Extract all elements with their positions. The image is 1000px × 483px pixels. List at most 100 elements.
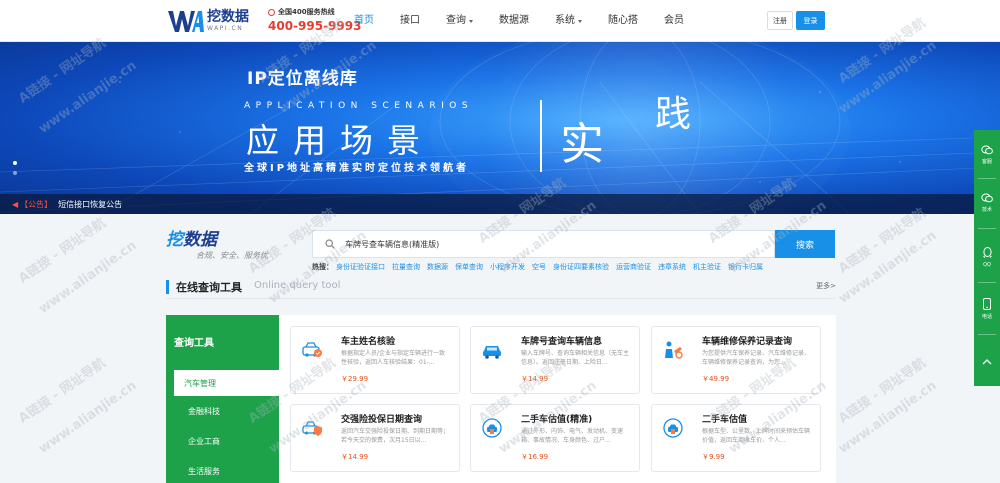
- hot-search-label: 热搜：: [312, 263, 333, 271]
- carousel-dot[interactable]: [13, 171, 17, 175]
- search-button[interactable]: 搜索: [775, 230, 835, 258]
- banner-headline: 应用场景: [246, 121, 434, 160]
- chat-icon: [981, 193, 993, 203]
- search-logo-a: 挖: [166, 230, 183, 250]
- float-label: 客服: [981, 159, 992, 165]
- wa-logo-icon: [168, 8, 204, 34]
- login-button[interactable]: 登录: [796, 11, 825, 30]
- float-label: 电话: [981, 314, 992, 320]
- watermark: A链接 - 网址导航: [836, 355, 929, 427]
- site-logo[interactable]: 挖数据 WAPI.CN: [168, 8, 249, 34]
- search-input[interactable]: [345, 239, 745, 249]
- card-title: 二手车估值(精准): [521, 415, 593, 425]
- chevron-down-icon: [469, 19, 473, 23]
- nav-home[interactable]: 首页: [354, 0, 374, 42]
- card-description: 通过外形、内饰、电气、发动机、变速箱、事故情况、车身颜色、过户...: [521, 428, 624, 444]
- nav-api[interactable]: 接口: [400, 0, 420, 42]
- card-description: 根据指定人员/企业与指定车辆进行一致性核验，返回人车核验结果：01-...: [341, 350, 446, 366]
- hot-search-link[interactable]: 拉量查询: [392, 262, 420, 272]
- globe-decoration: [430, 42, 850, 214]
- nav-datasource[interactable]: 数据源: [499, 0, 529, 42]
- tool-category-life[interactable]: 生活服务: [174, 458, 279, 483]
- tool-card[interactable]: 交强险投保日期查询 返回汽车交强险投保日期、到期日期等；若今天交的保费，次月15…: [290, 404, 460, 472]
- hot-search-link[interactable]: 机主验证: [693, 262, 721, 272]
- nav-member[interactable]: 会员: [664, 0, 684, 42]
- search-box: [312, 230, 775, 258]
- card-price: ￥29.99: [341, 375, 369, 383]
- tool-card[interactable]: 车辆维修保养记录查询 为您提供汽车保养记录、汽车维修记录、车辆维修保养记录查询，…: [651, 326, 821, 394]
- search-icon: [325, 239, 335, 249]
- chevron-down-icon: [578, 19, 582, 23]
- card-description: 返回汽车交强险投保日期、到期日期等；若今天交的保费，次月15日以...: [341, 428, 450, 444]
- chevron-up-icon: [982, 358, 992, 364]
- hot-search-link[interactable]: 空号: [532, 262, 546, 272]
- more-link[interactable]: 更多>: [816, 281, 836, 291]
- card-title: 车辆维修保养记录查询: [702, 337, 793, 347]
- float-label: QQ: [983, 261, 991, 268]
- top-header: 挖数据 WAPI.CN 全国400服务热线 400-995-9993 首页 接口…: [0, 0, 1000, 42]
- float-label: 技术: [981, 207, 992, 213]
- carousel-indicators: [13, 161, 17, 181]
- logo-domain: WAPI.CN: [207, 24, 244, 32]
- float-tech-support[interactable]: 技术: [974, 182, 1000, 224]
- tool-card[interactable]: 二手车估值 根据车型、公里数、上牌时间来预估车辆价值，返回车商收车价、个人...…: [651, 404, 821, 472]
- auth-buttons: 注册 登录: [767, 11, 825, 30]
- repair-icon: [665, 341, 683, 359]
- tool-card[interactable]: 车主姓名核验 根据指定人员/企业与指定车辆进行一致性核验，返回人车核验结果：01…: [290, 326, 460, 394]
- carousel-dot[interactable]: [13, 161, 17, 165]
- search-logo-b: 数据: [183, 230, 217, 250]
- float-customer-service[interactable]: 客服: [974, 134, 1000, 176]
- banner-subtitle: APPLICATION SCENARIOS: [244, 101, 474, 111]
- car-value-icon: [482, 418, 502, 438]
- nav-query[interactable]: 查询: [446, 0, 473, 42]
- tool-card[interactable]: 二手车估值(精准) 通过外形、内饰、电气、发动机、变速箱、事故情况、车身颜色、过…: [470, 404, 640, 472]
- hotline: 全国400服务热线 400-995-9993: [268, 8, 361, 34]
- back-to-top-button[interactable]: [974, 340, 1000, 382]
- car-value-icon: [663, 418, 683, 438]
- phone-icon: [268, 9, 275, 16]
- card-price: ￥14.99: [521, 375, 549, 383]
- section-divider: [166, 298, 836, 299]
- card-description: 为您提供汽车保养记录、汽车维修记录、车辆维修保养记录查询，为您...: [702, 350, 811, 366]
- logo-name: 挖数据: [207, 8, 249, 25]
- notice-link[interactable]: 短信接口恢复公告: [58, 199, 122, 210]
- card-title: 二手车估值: [702, 415, 748, 425]
- hot-search-link[interactable]: 数据源: [427, 262, 448, 272]
- tool-category-finance[interactable]: 金融科技: [174, 398, 279, 424]
- tools-title: 查询工具: [174, 338, 214, 349]
- tool-card[interactable]: 车牌号查询车辆信息 输入车牌号、查询车辆相关信息（无车主信息）。返回注册日期、上…: [470, 326, 640, 394]
- floating-contact-bar: 客服 技术 QQ 电话: [974, 130, 1000, 386]
- hot-search-link[interactable]: 身份证四要素核验: [553, 262, 609, 272]
- banner-divider: [540, 100, 542, 172]
- card-description: 输入车牌号、查询车辆相关信息（无车主信息）。返回注册日期、上险日...: [521, 350, 630, 366]
- hot-search-link[interactable]: 银行卡归属: [728, 262, 763, 272]
- hero-banner[interactable]: IP定位离线库 APPLICATION SCENARIOS 应用场景 实 践 全…: [0, 42, 1000, 214]
- insurance-icon: [302, 421, 322, 436]
- card-description: 根据车型、公里数、上牌时间来预估车辆价值，返回车商收车价、个人...: [702, 428, 811, 444]
- car-check-icon: [302, 342, 322, 357]
- hot-search-link[interactable]: 保单查询: [455, 262, 483, 272]
- tool-category-car[interactable]: 汽车管理: [174, 370, 280, 396]
- section-accent-bar: [166, 280, 169, 294]
- chat-icon: [981, 145, 993, 155]
- banner-calligraphy-2: 践: [655, 94, 692, 135]
- hotline-label: 全国400服务热线: [278, 8, 335, 16]
- section-title: 在线查询工具: [176, 281, 242, 294]
- hot-search-link[interactable]: 身份证验证接口: [336, 262, 385, 272]
- hot-search-link[interactable]: 小程序开发: [490, 262, 525, 272]
- card-title: 车牌号查询车辆信息: [521, 337, 603, 347]
- card-price: ￥9.99: [702, 453, 725, 461]
- register-button[interactable]: 注册: [767, 11, 793, 30]
- card-price: ￥14.99: [341, 453, 369, 461]
- float-qq[interactable]: QQ: [974, 236, 1000, 278]
- nav-system[interactable]: 系统: [555, 0, 582, 42]
- tool-category-business[interactable]: 企业工商: [174, 428, 279, 454]
- tools-sidebar: 查询工具 汽车管理 金融科技 企业工商 生活服务: [166, 315, 280, 483]
- nav-suixinda[interactable]: 随心搭: [608, 0, 638, 42]
- search-logo: 挖数据 合规、安全、服务优: [166, 230, 268, 261]
- hot-search-link[interactable]: 违章系统: [658, 262, 686, 272]
- hot-search-link[interactable]: 运营商验证: [616, 262, 651, 272]
- float-phone[interactable]: 电话: [974, 288, 1000, 330]
- watermark: A链接 - 网址导航: [16, 355, 109, 427]
- hot-search: 热搜： 身份证验证接口 拉量查询 数据源 保单查询 小程序开发 空号 身份证四要…: [312, 262, 770, 272]
